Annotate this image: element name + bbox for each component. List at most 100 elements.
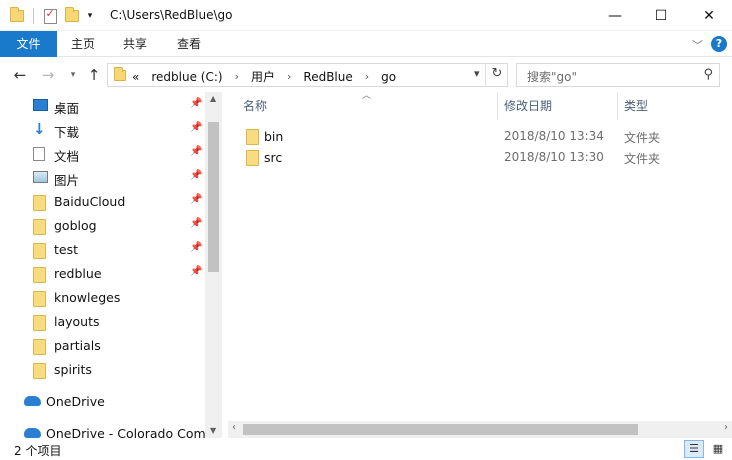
chevron-right-icon[interactable]: › [235,70,239,83]
large-icons-view-icon: ▦ [712,442,724,455]
help-icon: ? [711,36,727,52]
sidebar-item-spirits[interactable]: spirits [0,358,205,380]
column-divider[interactable] [497,92,498,120]
tab-home[interactable]: 主页 [66,31,100,57]
status-bar: 2 个项目 ☰ ▦ [0,438,732,460]
chevron-right-icon[interactable]: › [365,70,369,83]
folder-icon [246,150,259,166]
column-header-date[interactable]: 修改日期 [504,92,552,120]
sidebar-item-label: OneDrive [46,394,105,409]
folder-icon [33,243,46,259]
file-list-horizontal-scrollbar[interactable]: ‹ › [228,421,732,438]
sidebar-item-desktop[interactable]: 桌面 📌 [0,94,205,116]
file-name: bin [264,129,284,144]
refresh-icon: ↻ [491,66,503,81]
column-divider[interactable] [617,92,618,120]
address-bar[interactable]: « redblue (C:) › 用户 › RedBlue › go ▾ [107,63,508,87]
sidebar-item-label: test [54,242,79,257]
new-folder-button[interactable] [63,7,81,25]
table-row[interactable]: src 2018/8/10 13:30 文件夹 [228,147,732,168]
expand-ribbon-chevron-icon[interactable]: ﹀ [692,37,703,53]
breadcrumb-go[interactable]: go [381,70,396,84]
properties-icon [43,7,57,24]
file-type: 文件夹 [624,131,661,145]
breadcrumb-drive[interactable]: redblue (C:) [151,70,222,84]
breadcrumb-users[interactable]: 用户 [251,68,275,85]
search-icon: ⚲ [703,67,713,82]
new-folder-icon [65,7,79,22]
forward-button[interactable]: → [38,65,58,85]
maximize-button[interactable]: ☐ [638,0,684,31]
sidebar-item-goblog[interactable]: goblog 📌 [0,214,205,236]
search-input[interactable]: 搜索"go" [527,68,577,85]
folder-icon [33,267,46,283]
large-icons-view-button[interactable]: ▦ [708,440,728,458]
sidebar-item-onedrive[interactable]: OneDrive [0,390,205,412]
scrollbar-thumb[interactable] [208,122,219,272]
folder-icon [33,291,46,307]
folder-icon [33,363,46,379]
sidebar-item-redblue[interactable]: redblue 📌 [0,262,205,284]
sidebar-item-label: 图片 [54,173,80,188]
tab-share[interactable]: 共享 [118,31,152,57]
search-box[interactable]: 搜索"go" ⚲ [516,63,720,87]
table-row[interactable]: bin 2018/8/10 13:34 文件夹 [228,126,732,147]
folder-icon [33,195,46,211]
navigation-pane-scrollbar[interactable]: ▲ ▼ [205,92,222,438]
sidebar-item-test[interactable]: test 📌 [0,238,205,260]
folder-icon [114,67,126,81]
file-list: ︿ 名称 修改日期 类型 bin 2018/8/10 13:34 文件夹 src… [228,91,732,438]
sidebar-item-pictures[interactable]: 图片 📌 [0,166,205,188]
pin-icon: 📌 [190,194,203,205]
scroll-up-icon[interactable]: ▲ [210,94,216,103]
breadcrumb-overflow[interactable]: « [132,70,139,84]
close-button[interactable]: ✕ [686,0,732,31]
forward-arrow-icon: → [41,66,55,84]
onedrive-icon [24,396,41,406]
scroll-right-icon[interactable]: › [724,422,728,433]
pin-icon: 📌 [190,146,203,157]
file-name: src [264,150,283,165]
folder-icon [33,315,46,331]
sidebar-item-label: partials [54,338,101,353]
details-view-icon: ☰ [689,442,699,455]
column-header-type[interactable]: 类型 [624,92,648,120]
back-button[interactable]: ← [10,65,30,85]
minimize-button[interactable]: — [592,0,638,31]
file-modified-date: 2018/8/10 13:34 [504,129,604,143]
up-button[interactable]: ↑ [84,65,104,85]
onedrive-icon [24,428,41,438]
file-type: 文件夹 [624,152,661,166]
details-view-button[interactable]: ☰ [684,440,704,458]
address-dropdown-chevron-icon[interactable]: ▾ [474,67,480,80]
help-button[interactable]: ? [711,36,727,52]
sidebar-item-documents[interactable]: 文档 📌 [0,142,205,164]
scrollbar-thumb[interactable] [243,424,638,435]
pin-icon: 📌 [190,242,203,253]
sidebar-item-layouts[interactable]: layouts [0,310,205,332]
sidebar-item-label: 下载 [54,125,80,140]
sidebar-item-baiducloud[interactable]: BaiduCloud 📌 [0,190,205,212]
recent-locations-button[interactable]: ▾ [63,65,83,85]
scroll-left-icon[interactable]: ‹ [232,422,236,433]
chevron-right-icon[interactable]: › [287,70,291,83]
separator [31,7,35,25]
sidebar-item-label: knowleges [54,290,121,305]
pin-icon: 📌 [190,170,203,181]
file-modified-date: 2018/8/10 13:30 [504,150,604,164]
item-count: 2 个项目 [14,444,62,458]
sidebar-item-downloads[interactable]: ↓ 下载 📌 [0,118,205,141]
refresh-button[interactable]: ↻ [485,63,508,87]
breadcrumb-redblue[interactable]: RedBlue [303,70,352,84]
properties-button[interactable] [41,7,59,25]
customize-quick-access-button[interactable]: ▾ [84,7,96,25]
tab-view[interactable]: 查看 [172,31,206,57]
tab-file[interactable]: 文件 [0,31,57,57]
scroll-down-icon[interactable]: ▼ [210,426,216,435]
sidebar-item-partials[interactable]: partials [0,334,205,356]
sidebar-item-label: 文档 [54,149,80,164]
sidebar-item-knowleges[interactable]: knowleges [0,286,205,308]
sidebar-item-label: layouts [54,314,100,329]
column-header-name[interactable]: 名称 [243,92,267,120]
chevron-down-icon: ▾ [70,70,76,80]
